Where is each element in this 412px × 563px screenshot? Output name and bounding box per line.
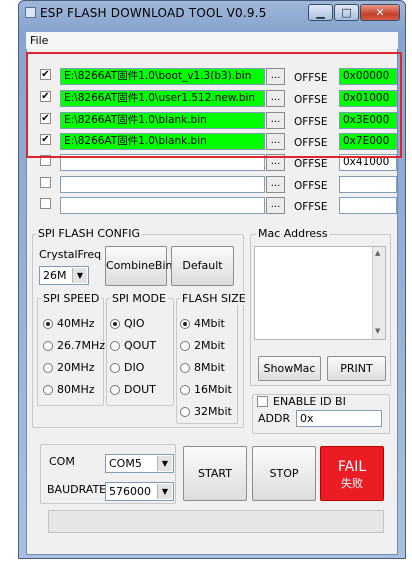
close-button[interactable]: ✕ (360, 4, 400, 21)
radio-size-0[interactable] (180, 319, 190, 329)
radio-mode-2[interactable] (110, 363, 120, 373)
baudrate-value: 576000 (109, 485, 151, 498)
chevron-down-icon: ▼ (72, 268, 87, 283)
radio-size-2[interactable] (180, 363, 190, 373)
offset-label-6: OFFSE (294, 180, 328, 192)
status-fail-button[interactable]: FAIL 失败 (320, 446, 384, 501)
radio-label-mode-3: DOUT (124, 383, 156, 396)
radio-label-mode-2: DIO (124, 361, 145, 374)
radio-mode-3[interactable] (110, 385, 120, 395)
baudrate-label: BAUDRATE (47, 483, 107, 496)
combine-bin-button[interactable]: CombineBin (105, 246, 172, 286)
window-title: ESP FLASH DOWNLOAD TOOL V0.9.5 (40, 6, 267, 20)
com-label: COM (49, 455, 75, 468)
radio-label-mode-0: QIO (124, 317, 145, 330)
crystal-freq-value: 26M (43, 269, 67, 282)
chevron-down-icon: ▼ (157, 456, 172, 471)
radio-label-size-3: 16Mbit (194, 383, 232, 396)
mac-address-label: Mac Address (256, 227, 330, 240)
radio-size-1[interactable] (180, 341, 190, 351)
maximize-button[interactable]: □ (334, 4, 359, 21)
file-checkbox-7[interactable] (40, 198, 51, 209)
radio-label-size-2: 8Mbit (194, 361, 225, 374)
crystal-freq-label: CrystalFreq (39, 248, 102, 261)
spi-speed-label: SPI SPEED (41, 292, 102, 305)
radio-label-size-4: 32Mbit (194, 405, 232, 418)
baudrate-select[interactable]: 576000 ▼ (105, 482, 174, 501)
menu-file[interactable]: File (30, 34, 48, 47)
app-icon (25, 7, 36, 18)
com-value: COM5 (109, 457, 142, 470)
radio-mode-0[interactable] (110, 319, 120, 329)
file-path-field-7[interactable] (60, 197, 265, 214)
spi-config-label: SPI FLASH CONFIG (36, 227, 143, 240)
crystal-freq-select[interactable]: 26M ▼ (39, 266, 89, 285)
start-button[interactable]: START (183, 446, 247, 501)
radio-label-size-0: 4Mbit (194, 317, 225, 330)
spi-mode-label: SPI MODE (110, 292, 168, 305)
radio-speed-0[interactable] (43, 319, 53, 329)
offset-label-5: OFFSE (294, 158, 328, 170)
scroll-down-icon[interactable]: ▼ (375, 327, 380, 335)
stop-button[interactable]: STOP (252, 446, 316, 501)
status-fail-sublabel: 失败 (341, 477, 363, 490)
offset-address-field-6[interactable] (339, 176, 397, 193)
file-checkbox-6[interactable] (40, 177, 51, 188)
com-select[interactable]: COM5 ▼ (105, 454, 174, 473)
flash-size-label: FLASH SIZE (180, 292, 248, 305)
radio-mode-1[interactable] (110, 341, 120, 351)
enable-id-bind-label: ENABLE ID BI (273, 395, 346, 408)
offset-address-field-7[interactable] (339, 197, 397, 214)
id-addr-input[interactable]: 0x (296, 410, 382, 427)
status-fail-label: FAIL (337, 459, 367, 475)
enable-id-bind-checkbox[interactable] (257, 396, 268, 407)
radio-label-speed-2: 20MHz (57, 361, 95, 374)
file-path-field-6[interactable] (60, 176, 265, 193)
radio-speed-2[interactable] (43, 363, 53, 373)
radio-label-speed-0: 40MHz (57, 317, 95, 330)
browse-button-6[interactable]: ... (266, 176, 285, 193)
radio-label-mode-1: QOUT (124, 339, 157, 352)
show-mac-button[interactable]: ShowMac (258, 356, 321, 381)
chevron-down-icon: ▼ (157, 484, 172, 499)
mac-address-list[interactable] (254, 246, 386, 340)
browse-button-7[interactable]: ... (266, 197, 285, 214)
menu-bar (26, 32, 398, 49)
minimize-button[interactable]: ▁ (308, 4, 333, 21)
radio-speed-1[interactable] (43, 341, 53, 351)
offset-label-7: OFFSE (294, 201, 328, 213)
print-button[interactable]: PRINT (327, 356, 386, 381)
progress-bar (48, 510, 384, 533)
radio-label-speed-3: 80MHz (57, 383, 95, 396)
default-button[interactable]: Default (171, 246, 234, 286)
radio-label-speed-1: 26.7MHz (57, 339, 106, 352)
radio-size-3[interactable] (180, 385, 190, 395)
id-addr-label: ADDR (258, 412, 291, 425)
radio-label-size-1: 2Mbit (194, 339, 225, 352)
highlight-box (26, 52, 402, 158)
radio-speed-3[interactable] (43, 385, 53, 395)
scroll-up-icon[interactable]: ▲ (375, 249, 380, 257)
mac-list-scrollbar[interactable]: ▲ ▼ (372, 247, 385, 339)
radio-size-4[interactable] (180, 407, 190, 417)
